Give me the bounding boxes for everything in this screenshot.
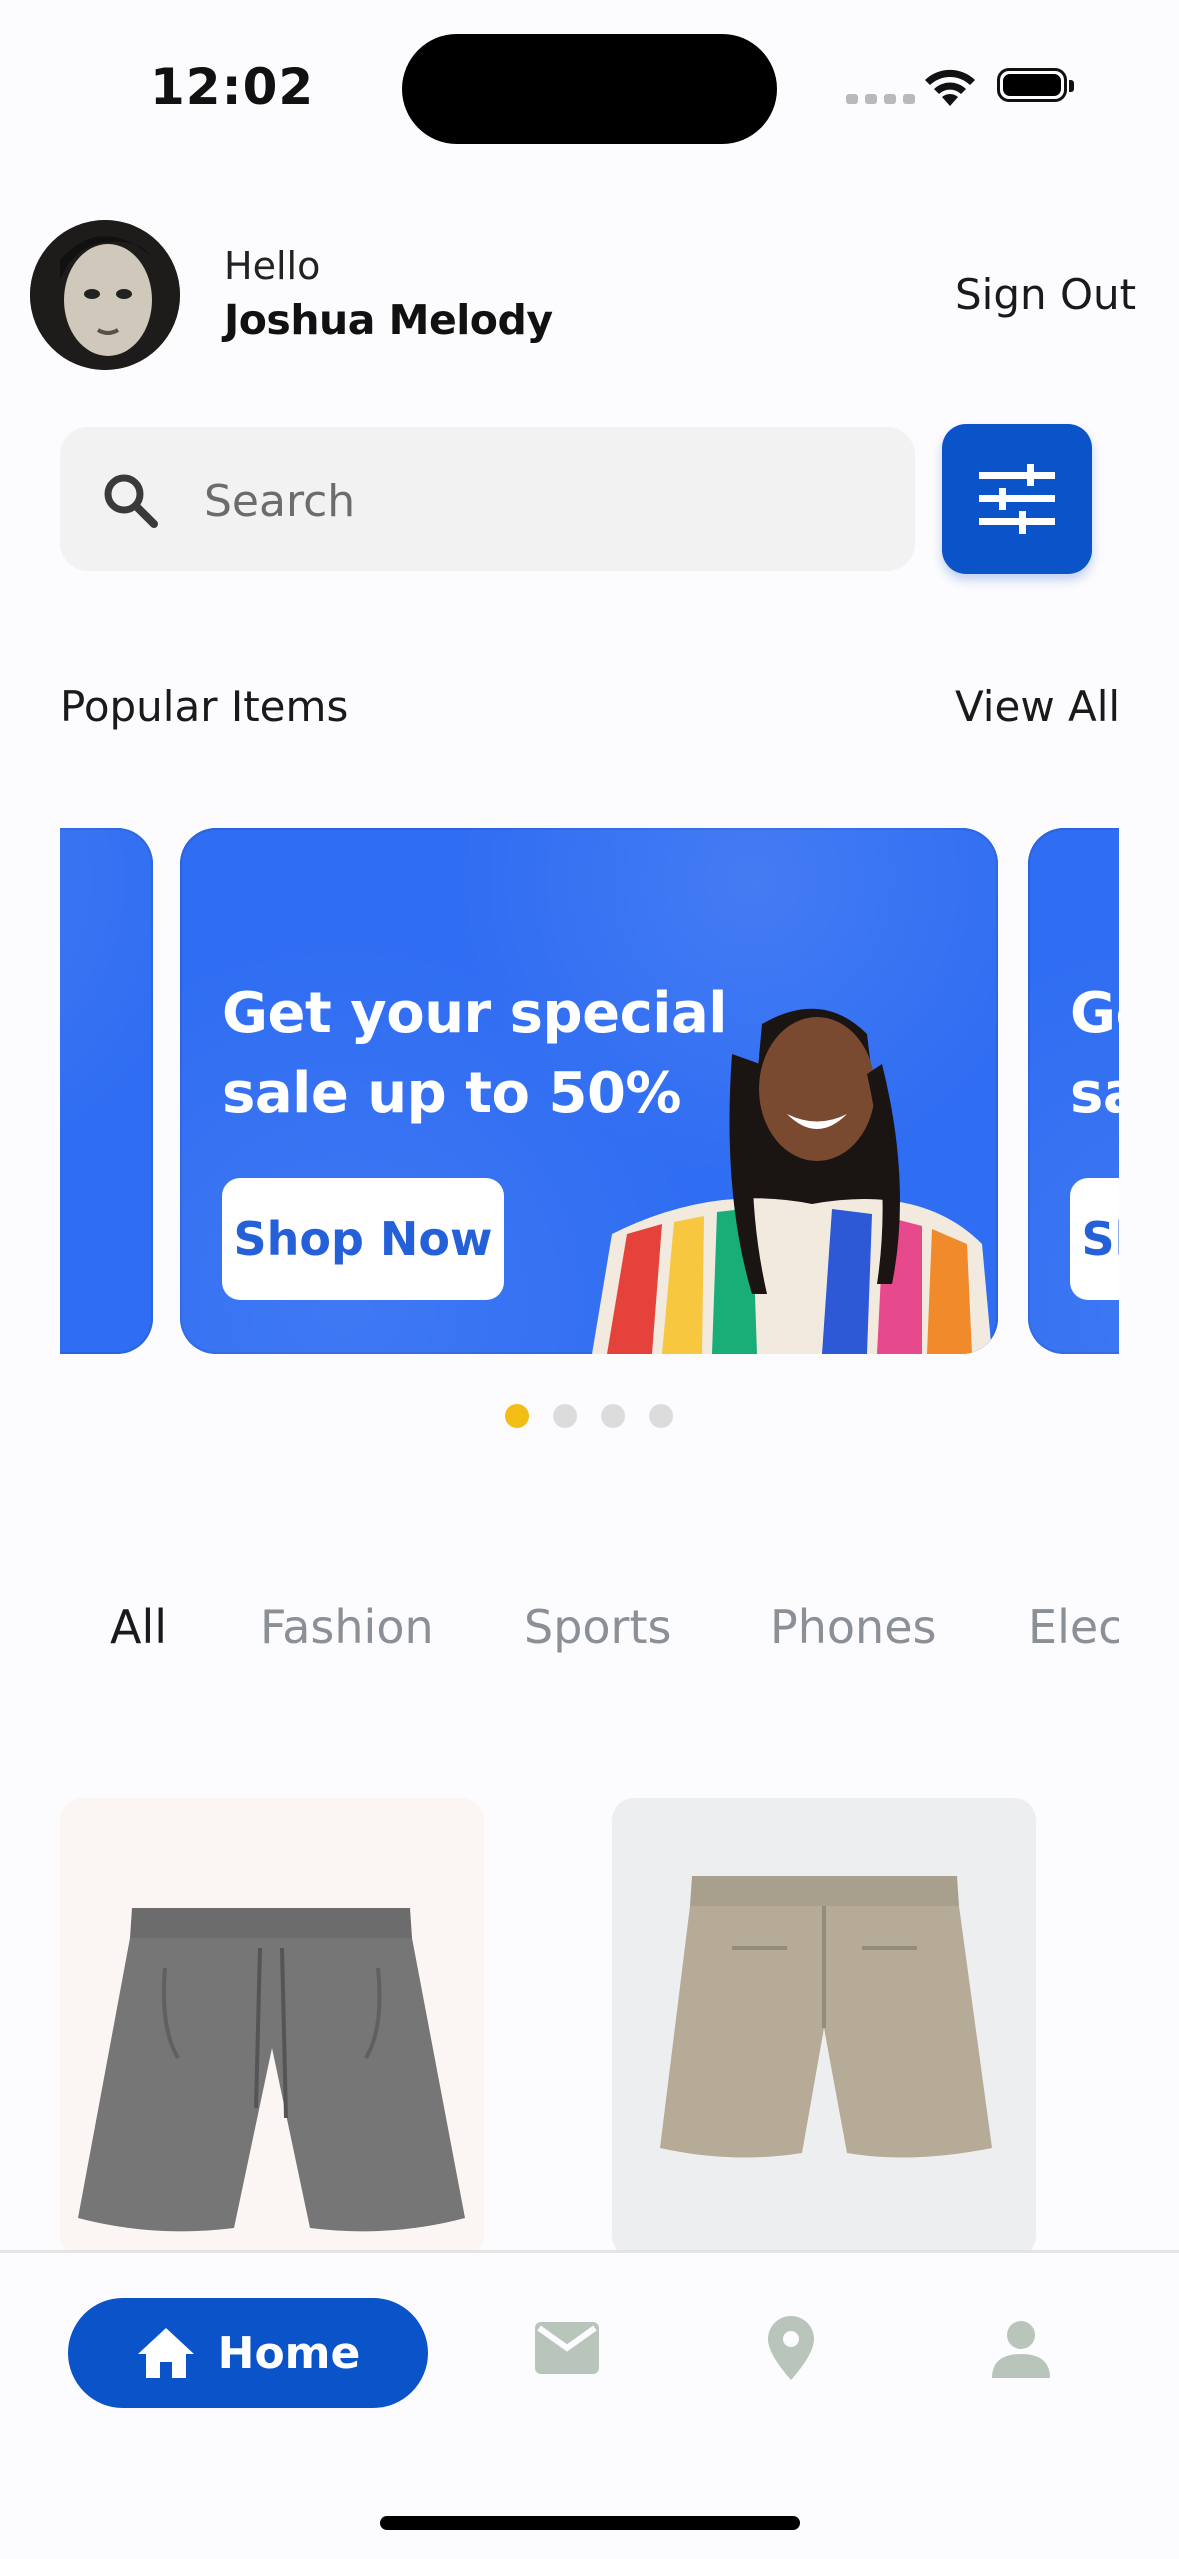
sliders-icon — [979, 464, 1055, 534]
search-icon — [104, 474, 158, 528]
battery-icon — [997, 68, 1074, 102]
dynamic-island — [402, 34, 777, 144]
product-card[interactable] — [60, 1798, 484, 2258]
product-card[interactable] — [612, 1798, 1036, 2258]
promo-banner[interactable]: Get your special sale up to 50% Shop Now — [180, 828, 998, 1354]
category-tab-phones[interactable]: Phones — [770, 1600, 936, 1654]
nav-home-button[interactable]: Home — [68, 2298, 428, 2408]
carousel-pagination — [505, 1404, 673, 1428]
promo-carousel[interactable]: Get your special sale up to 50% Shop Now… — [60, 828, 1119, 1358]
pagination-dot[interactable] — [649, 1404, 673, 1428]
pagination-dot-active[interactable] — [505, 1404, 529, 1428]
home-icon — [137, 2328, 194, 2378]
profile-icon[interactable] — [992, 2320, 1050, 2378]
promo-headline-next: Get your special sale up to 50% — [1070, 981, 1119, 1126]
shop-now-button[interactable]: Shop Now — [222, 1178, 504, 1300]
product-image — [78, 1908, 465, 2232]
home-indicator — [380, 2516, 800, 2530]
category-tab-all[interactable]: All — [110, 1600, 167, 1654]
category-tabs: All Fashion Sports Phones Elec — [60, 1600, 1119, 1670]
shop-now-button-next[interactable]: Shop Now — [1070, 1178, 1119, 1300]
location-pin-icon[interactable] — [768, 2316, 814, 2380]
search-input[interactable] — [204, 468, 884, 534]
avatar[interactable] — [30, 220, 180, 370]
category-tab-electronics[interactable]: Elec — [1028, 1600, 1119, 1654]
pagination-dot[interactable] — [601, 1404, 625, 1428]
model-image — [592, 1008, 992, 1354]
category-tab-fashion[interactable]: Fashion — [260, 1600, 434, 1654]
user-name: Joshua Melody — [224, 296, 553, 344]
sign-out-button[interactable]: Sign Out — [955, 270, 1136, 319]
promo-banner-next[interactable]: Get your special sale up to 50% Shop Now — [1028, 828, 1119, 1354]
category-tab-sports[interactable]: Sports — [524, 1600, 671, 1654]
promo-banner-previous[interactable] — [60, 828, 153, 1354]
nav-home-label: Home — [217, 2327, 361, 2379]
pagination-dot[interactable] — [553, 1404, 577, 1428]
cellular-signal-icon — [846, 94, 915, 104]
mail-icon[interactable] — [535, 2322, 599, 2374]
status-time: 12:02 — [150, 58, 315, 116]
view-all-link[interactable]: View All — [955, 682, 1120, 731]
product-image — [660, 1876, 992, 2158]
greeting-text: Hello — [224, 244, 321, 288]
wifi-icon — [925, 69, 975, 106]
filter-button[interactable] — [942, 424, 1092, 574]
model-image — [60, 994, 147, 1354]
section-title: Popular Items — [60, 682, 349, 731]
